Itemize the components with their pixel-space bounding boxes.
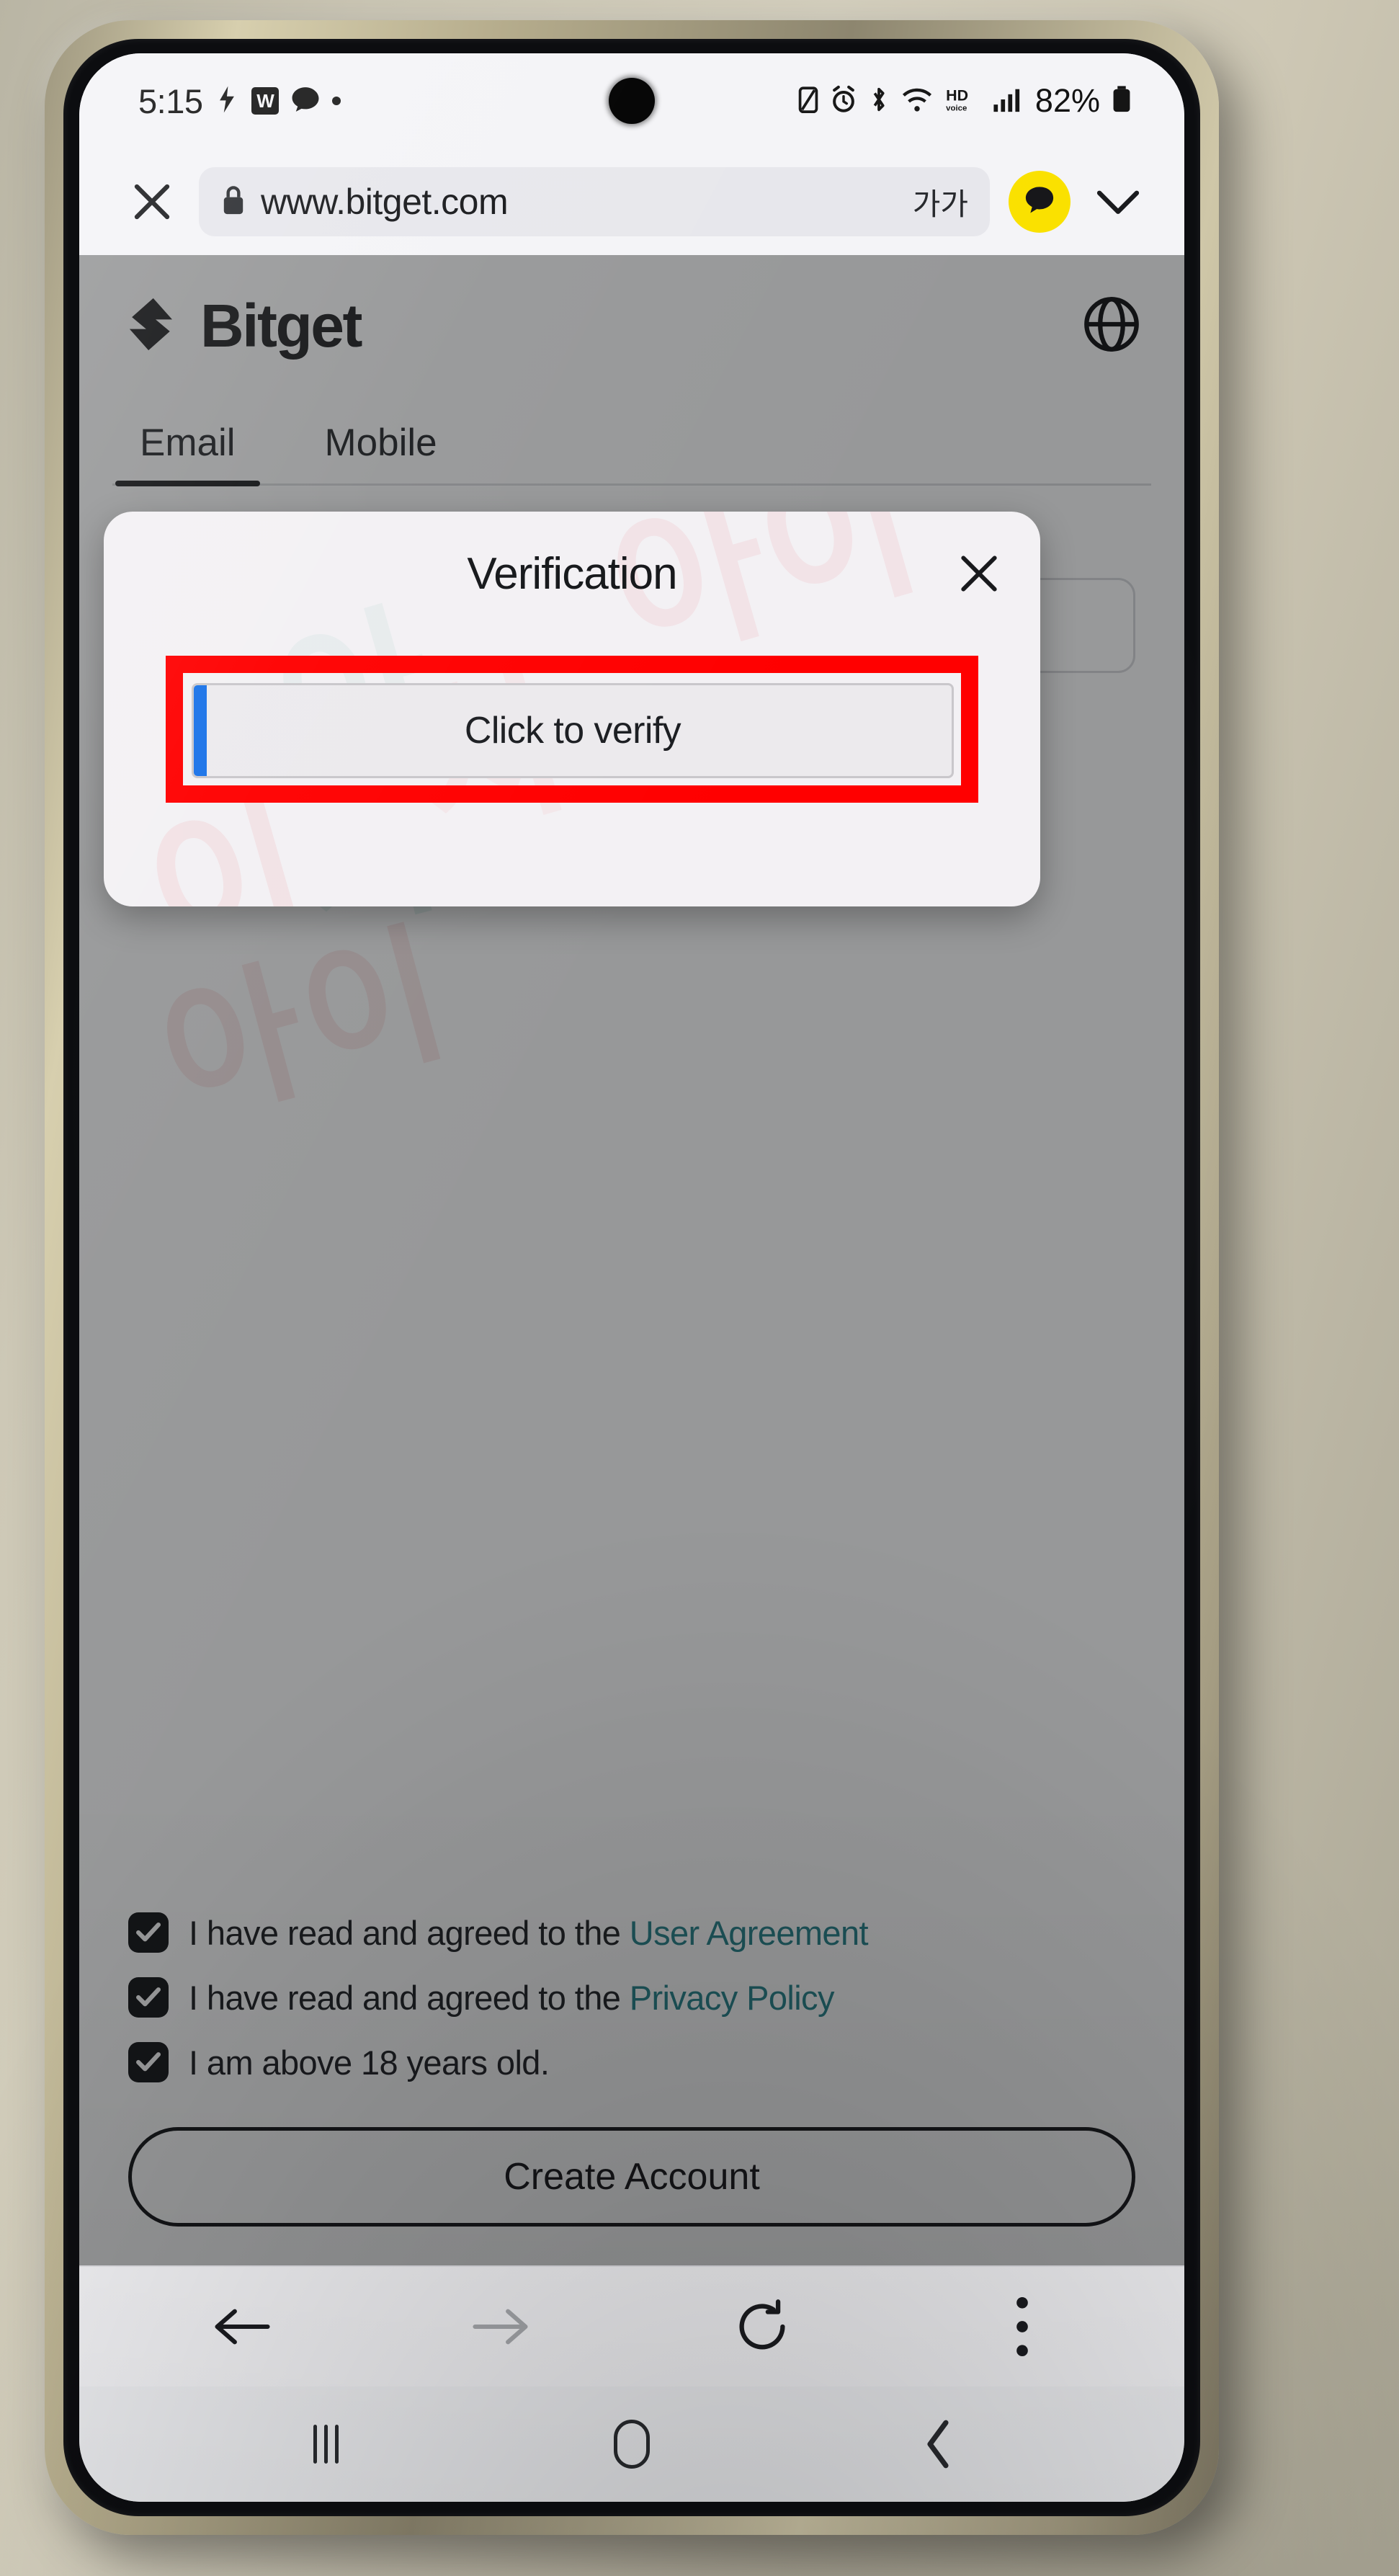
wifi-icon [900,85,934,117]
home-icon[interactable] [592,2412,671,2476]
battery-icon [1111,85,1132,117]
reload-icon[interactable] [723,2287,802,2366]
verify-slider-label: Click to verify [464,710,681,752]
more-options-icon[interactable] [983,2287,1062,2366]
url-text: www.bitget.com [261,182,509,222]
web-page-viewport: 아이 차이 아이 Bitget [79,255,1184,2265]
android-navigation-bar [79,2386,1184,2502]
verification-modal: 아이 차 이 아 Verification [104,512,1040,906]
forward-arrow-icon [462,2287,541,2366]
back-arrow-icon[interactable] [202,2287,281,2366]
close-icon[interactable] [952,547,1006,600]
camera-punch-hole [609,78,655,124]
verify-slider[interactable]: Click to verify [192,683,954,778]
browser-bottom-toolbar [79,2265,1184,2386]
browser-url-bar: www.bitget.com 가가 [79,148,1184,255]
dot-indicator-icon [332,97,341,105]
bluetooth-icon [868,85,890,117]
modal-header: Verification [104,512,1040,636]
signal-bars-icon [991,85,1023,117]
kakaotalk-icon[interactable] [1009,171,1071,233]
recents-icon[interactable] [286,2412,365,2476]
status-time: 5:15 [138,81,203,120]
battery-percent: 82% [1034,82,1100,119]
svg-text:voice: voice [946,104,967,112]
modal-title: Verification [467,548,677,599]
back-icon[interactable] [898,2412,978,2476]
status-bar-right: HD voice 82% [797,82,1132,120]
svg-text:HD: HD [946,86,968,104]
chevron-down-icon[interactable] [1089,173,1147,231]
font-size-toggle[interactable]: 가가 [900,180,968,224]
alarm-icon [830,85,857,117]
hd-voice-icon: HD voice [944,85,980,117]
phone-device: 5:15 W HD voice 82% www.bitget.com 가가 아이… [45,20,1219,2535]
address-bar[interactable]: www.bitget.com 가가 [199,167,990,236]
status-bar: 5:15 W HD voice 82% [79,53,1184,148]
wikipedia-badge-icon: W [251,87,280,115]
chat-bubble-icon [291,86,320,117]
phone-screen: 5:15 W HD voice 82% www.bitget.com 가가 아이… [79,53,1184,2502]
verify-slider-handle[interactable] [194,685,207,776]
photo-backdrop: 5:15 W HD voice 82% www.bitget.com 가가 아이… [0,0,1399,2576]
close-tab-icon[interactable] [124,174,180,230]
vibrate-icon [215,85,239,117]
phone-bezel: 5:15 W HD voice 82% www.bitget.com 가가 아이… [63,39,1200,2516]
mute-battery-icon [797,85,819,117]
status-bar-left: 5:15 W [138,81,341,121]
lock-icon [220,184,246,220]
